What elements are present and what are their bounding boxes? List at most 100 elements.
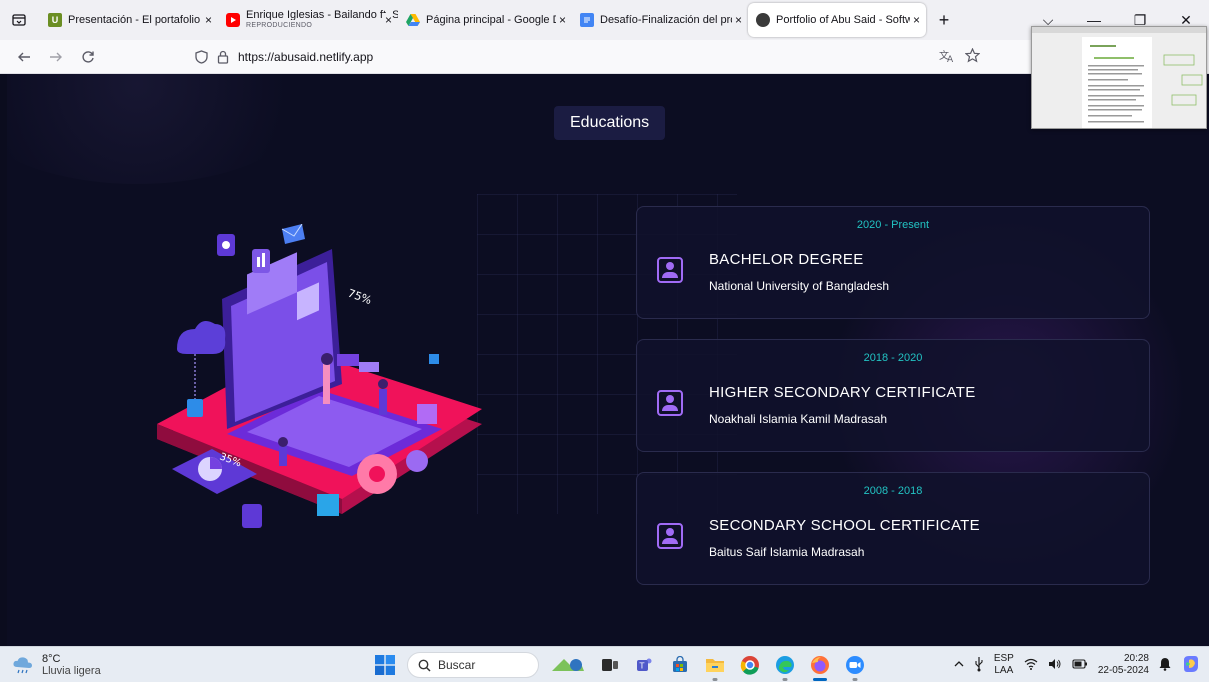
- reload-button[interactable]: [74, 43, 102, 71]
- new-tab-button[interactable]: +: [930, 6, 958, 34]
- close-icon[interactable]: ×: [201, 13, 212, 27]
- education-school: Noakhali Islamia Kamil Madrasah: [709, 412, 888, 426]
- translate-icon[interactable]: 文A: [939, 49, 955, 66]
- address-bar[interactable]: https://abusaid.netlify.app 文A: [190, 44, 981, 70]
- tab-title-group: Enrique Iglesias - Bailando ft. Se REPRO…: [246, 10, 398, 31]
- clock-time: 20:28: [1123, 653, 1149, 664]
- google-drive-icon: [406, 13, 420, 27]
- running-indicator: [852, 678, 858, 681]
- percent-label: 75%: [346, 287, 373, 308]
- education-period: 2018 - 2020: [863, 352, 923, 364]
- taskbar: 8°C Lluvia ligera Buscar T ESP LAA 20:28…: [0, 646, 1209, 682]
- volume-icon[interactable]: [1048, 658, 1062, 673]
- weather-text: 8°C Lluvia ligera: [42, 653, 101, 677]
- svg-text:A: A: [947, 55, 954, 63]
- clock-date: 22-05-2024: [1097, 665, 1149, 676]
- address-bar-actions: 文A: [939, 44, 981, 70]
- close-icon[interactable]: ×: [381, 13, 392, 27]
- youtube-icon: [226, 13, 240, 27]
- education-degree: HIGHER SECONDARY CERTIFICATE: [709, 384, 976, 401]
- lock-icon[interactable]: [212, 50, 234, 64]
- notification-bell-icon[interactable]: [1159, 657, 1171, 674]
- tab-title: Desafío-Finalización del proyec: [600, 14, 740, 26]
- education-period: 2008 - 2018: [863, 485, 923, 497]
- running-indicator: [712, 678, 718, 681]
- file-explorer-icon[interactable]: [702, 652, 728, 681]
- search-label: Buscar: [438, 658, 476, 672]
- presentation-icon: U: [48, 13, 62, 27]
- document-preview-icon: [1032, 27, 1206, 128]
- user-badge-icon: [657, 390, 683, 416]
- tracking-protection-icon[interactable]: [190, 50, 212, 64]
- portfolio-icon: [756, 13, 770, 27]
- window-preview-thumbnail[interactable]: [1031, 26, 1207, 129]
- tab-title: Presentación - El portafolio de: [68, 14, 210, 26]
- tab-portfolio[interactable]: Portfolio of Abu Said - Software ×: [748, 3, 926, 37]
- tab-strip: U Presentación - El portafolio de × Enri…: [0, 0, 1209, 40]
- copilot-icon[interactable]: [1181, 654, 1201, 677]
- taskbar-apps: Buscar T: [372, 650, 868, 681]
- battery-icon[interactable]: [1072, 658, 1088, 672]
- task-view-icon[interactable]: [597, 652, 623, 678]
- tab-google-drive[interactable]: Página principal - Google Drive ×: [398, 3, 572, 37]
- language-indicator[interactable]: ESP LAA: [994, 653, 1014, 677]
- chevron-up-icon[interactable]: [954, 659, 964, 671]
- system-tray: ESP LAA 20:28 22-05-2024: [954, 650, 1201, 680]
- reload-icon: [82, 50, 94, 63]
- taskbar-search[interactable]: Buscar: [407, 652, 539, 678]
- close-icon[interactable]: ×: [731, 13, 742, 27]
- tab-title: Portfolio of Abu Said - Software: [776, 14, 918, 26]
- tab-presentation[interactable]: U Presentación - El portafolio de ×: [40, 3, 218, 37]
- weather-description: Lluvia ligera: [42, 665, 101, 677]
- tab-playing-label: REPRODUCIENDO: [246, 21, 313, 29]
- language-code: ESP: [993, 653, 1014, 664]
- keyboard-layout: LAA: [994, 665, 1014, 676]
- user-badge-icon: [657, 257, 683, 283]
- close-icon[interactable]: ×: [555, 13, 566, 27]
- user-badge-icon: [657, 523, 683, 549]
- close-icon[interactable]: ×: [909, 13, 920, 27]
- portfolio-page: Educations 75% 35% 2020 - Present BACHEL…: [7, 74, 1209, 646]
- edge-icon[interactable]: [772, 652, 798, 681]
- forward-button[interactable]: [42, 43, 70, 71]
- start-button[interactable]: [372, 652, 398, 678]
- tab-youtube[interactable]: Enrique Iglesias - Bailando ft. Se REPRO…: [218, 3, 398, 37]
- tab-docs[interactable]: Desafío-Finalización del proyec ×: [572, 3, 748, 37]
- url-text[interactable]: https://abusaid.netlify.app: [238, 50, 373, 64]
- usb-icon[interactable]: [974, 656, 984, 675]
- weather-temperature: 8°C: [42, 653, 61, 665]
- wifi-icon[interactable]: [1024, 658, 1038, 673]
- tab-title: Página principal - Google Drive: [426, 14, 564, 26]
- education-degree: SECONDARY SCHOOL CERTIFICATE: [709, 517, 980, 534]
- back-button[interactable]: [10, 43, 38, 71]
- screen: U Presentación - El portafolio de × Enri…: [0, 0, 1209, 682]
- tab-list-icon: [12, 14, 26, 26]
- chrome-icon[interactable]: [737, 652, 763, 678]
- zoom-icon[interactable]: [842, 652, 868, 681]
- weather-widget[interactable]: 8°C Lluvia ligera: [12, 653, 101, 677]
- section-title: Educations: [554, 106, 666, 140]
- bookmark-star-icon[interactable]: [964, 47, 981, 66]
- education-school: Baitus Saif Islamia Madrasah: [709, 545, 865, 559]
- education-period: 2020 - Present: [856, 219, 930, 231]
- active-app-indicator: [813, 678, 827, 681]
- docs-icon: [580, 13, 594, 27]
- firefox-icon[interactable]: [807, 652, 833, 681]
- education-degree: BACHELOR DEGREE: [709, 251, 864, 268]
- windows-logo-icon: [375, 655, 395, 675]
- teams-icon[interactable]: T: [632, 652, 658, 678]
- education-school: National University of Bangladesh: [709, 279, 890, 293]
- cloud-rain-icon: [13, 657, 32, 674]
- copilot-widget-icon[interactable]: [548, 652, 588, 678]
- back-arrow-icon: [18, 52, 30, 61]
- running-indicator: [782, 678, 788, 681]
- tab-title: Enrique Iglesias - Bailando ft. Se: [246, 9, 398, 20]
- tab-list-button[interactable]: [8, 9, 30, 31]
- clock[interactable]: 20:28 22-05-2024: [1098, 653, 1149, 677]
- education-card: 2008 - 2018 SECONDARY SCHOOL CERTIFICATE…: [636, 472, 1150, 585]
- svg-text:T: T: [639, 662, 645, 671]
- education-card: 2020 - Present BACHELOR DEGREE National …: [636, 206, 1150, 319]
- forward-arrow-icon: [50, 52, 62, 61]
- store-icon[interactable]: [667, 652, 693, 678]
- education-card: 2018 - 2020 HIGHER SECONDARY CERTIFICATE…: [636, 339, 1150, 452]
